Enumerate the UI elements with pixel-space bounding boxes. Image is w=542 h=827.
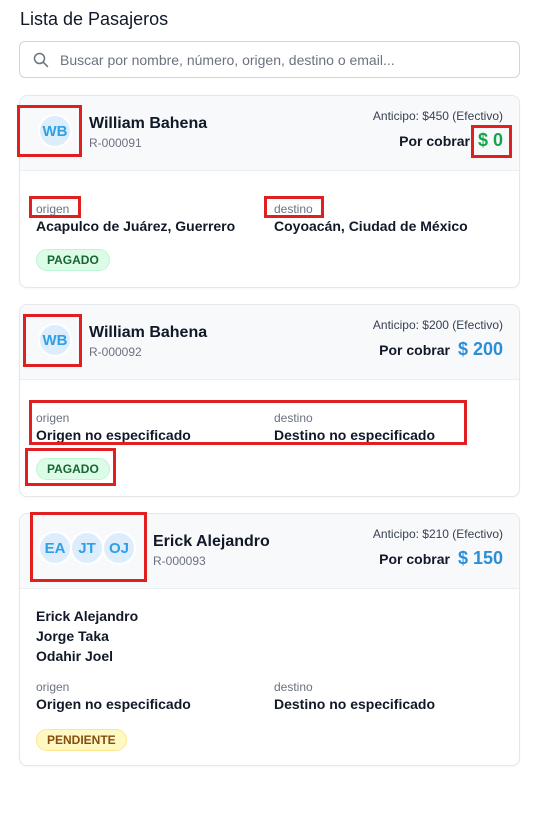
search-icon bbox=[33, 52, 49, 68]
reservation-code: R-000092 bbox=[89, 345, 142, 359]
passenger-avatar: JT bbox=[70, 531, 104, 565]
status-badge: PAGADO bbox=[36, 249, 110, 271]
origin-label: origen bbox=[36, 411, 70, 425]
origin-label: origen bbox=[36, 202, 70, 216]
reservation-code: R-000093 bbox=[153, 554, 206, 568]
passenger-name: Erick Alejandro bbox=[153, 533, 270, 550]
origin-value: Origen no especificado bbox=[36, 427, 191, 443]
amount-due-value: $ 0 bbox=[477, 130, 503, 150]
amount-due: Por cobrar $ 0 bbox=[399, 130, 503, 151]
passenger-name: William Bahena bbox=[89, 115, 208, 132]
reservation-card[interactable]: WB William Bahena R-000092 Anticipo: $20… bbox=[19, 304, 520, 497]
amount-due-value: $ 200 bbox=[457, 339, 503, 359]
search-input[interactable] bbox=[60, 42, 510, 77]
advance-payment: Anticipo: $210 (Efectivo) bbox=[372, 527, 503, 541]
reservation-card[interactable]: WB William Bahena R-000091 Anticipo: $45… bbox=[19, 95, 520, 288]
amount-due-label: Por cobrar bbox=[379, 551, 450, 567]
destination-value: Destino no especificado bbox=[274, 427, 436, 443]
amount-due-value: $ 150 bbox=[457, 548, 503, 568]
amount-due: Por cobrar $ 200 bbox=[379, 339, 503, 360]
passenger-avatar: OJ bbox=[102, 531, 136, 565]
status-badge: PENDIENTE bbox=[36, 729, 127, 751]
origin-label: origen bbox=[36, 680, 70, 694]
origin-value: Origen no especificado bbox=[36, 696, 191, 712]
passenger-name: William Bahena bbox=[89, 324, 208, 341]
reservation-code: R-000091 bbox=[89, 136, 142, 150]
passenger-avatar: EA bbox=[38, 531, 72, 565]
passenger-avatar: WB bbox=[38, 323, 72, 357]
destination-value: Coyoacán, Ciudad de México bbox=[274, 218, 468, 234]
destination-label: destino bbox=[274, 680, 313, 694]
destination-label: destino bbox=[274, 202, 313, 216]
origin-value: Acapulco de Juárez, Guerrero bbox=[36, 218, 236, 234]
passenger-list-item: Odahir Joel bbox=[36, 648, 114, 664]
amount-due-label: Por cobrar bbox=[379, 342, 450, 358]
status-badge: PAGADO bbox=[36, 458, 110, 480]
passenger-list-item: Jorge Taka bbox=[36, 628, 109, 644]
amount-due-label: Por cobrar bbox=[399, 133, 470, 149]
page-title: Lista de Pasajeros bbox=[20, 9, 169, 29]
passenger-list-item: Erick Alejandro bbox=[36, 608, 139, 624]
passenger-avatar: WB bbox=[38, 114, 72, 148]
amount-due: Por cobrar $ 150 bbox=[379, 548, 503, 569]
destination-value: Destino no especificado bbox=[274, 696, 436, 712]
advance-payment: Anticipo: $450 (Efectivo) bbox=[372, 109, 503, 123]
destination-label: destino bbox=[274, 411, 313, 425]
search-box[interactable] bbox=[19, 41, 520, 78]
advance-payment: Anticipo: $200 (Efectivo) bbox=[372, 318, 503, 332]
reservation-card[interactable]: EA JT OJ Erick Alejandro R-000093 Antici… bbox=[19, 513, 520, 766]
